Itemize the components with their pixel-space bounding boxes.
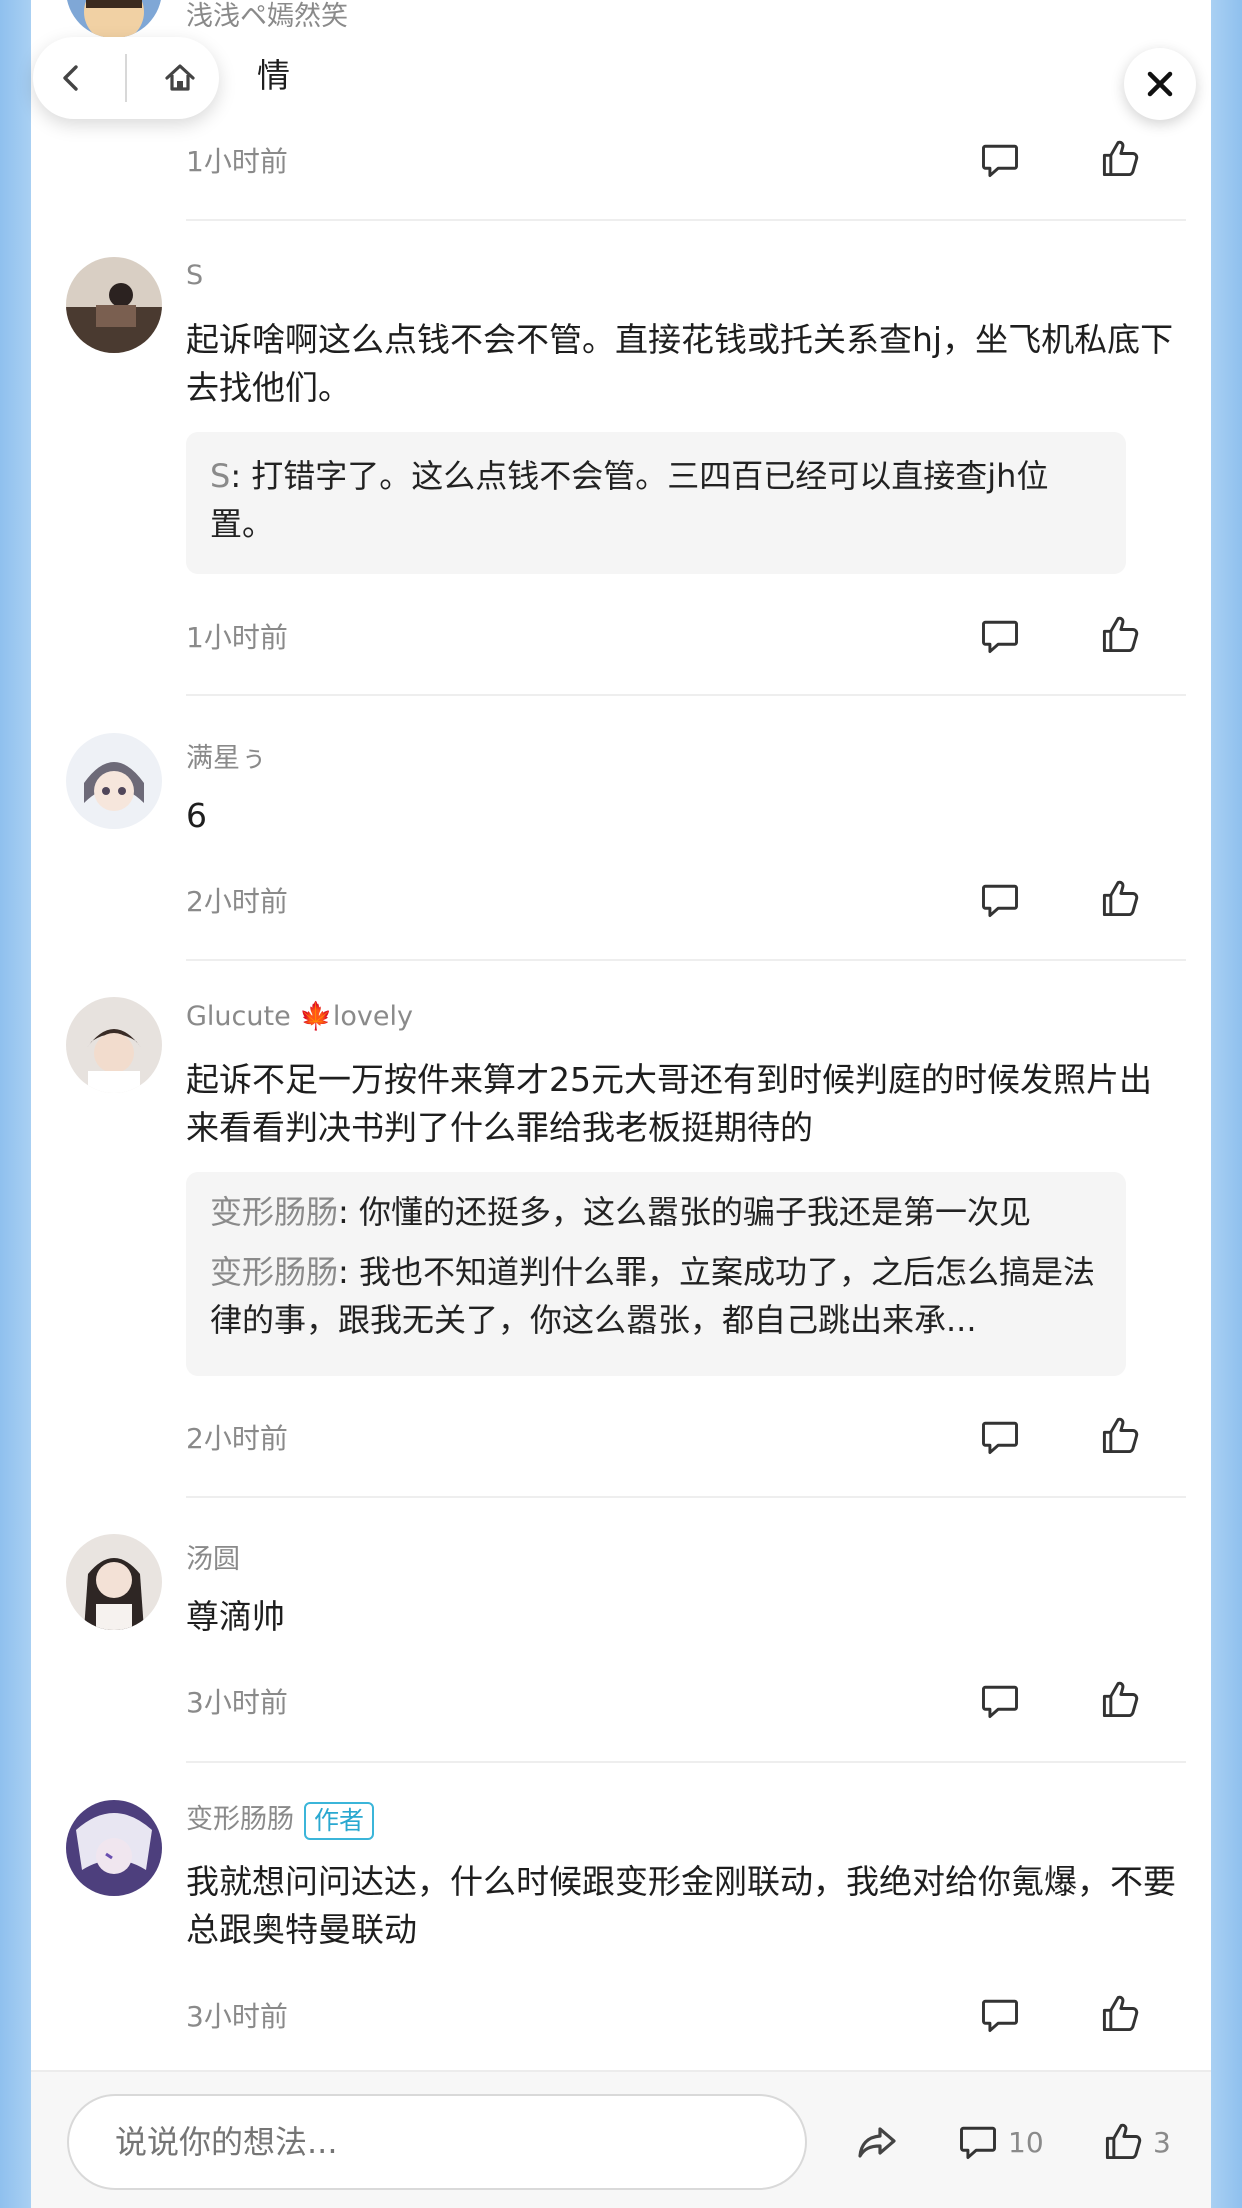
reply-author[interactable]: S — [210, 457, 230, 495]
reply-text: 打错字了。这么点钱不会管。三四百已经可以直接查jh位置。 — [210, 457, 1049, 543]
like-icon[interactable] — [1096, 1412, 1144, 1460]
comments-panel: 浅浅ペ嫣然笑 情 1小时前 S 起诉啥啊这么点钱不会不管。直接花钱或托关系查hj… — [31, 0, 1211, 2070]
divider — [186, 1496, 1186, 1498]
avatar[interactable] — [66, 1534, 162, 1630]
comment-time: 3小时前 — [186, 1686, 288, 1719]
comment-author[interactable]: S — [186, 260, 203, 291]
avatar[interactable] — [66, 997, 162, 1093]
comment-time: 3小时前 — [186, 2000, 288, 2033]
comment-text: 尊滴帅 — [186, 1597, 285, 1636]
like-icon[interactable] — [1096, 1676, 1144, 1724]
comment-author-name[interactable]: 变形肠肠 — [186, 1804, 294, 1835]
comment-text: 我就想问问达达，什么时候跟变形金刚联动，我绝对给你氪爆，不要总跟奥特曼联动 — [186, 1862, 1176, 1949]
bottom-action-bar: 10 3 — [31, 2070, 1211, 2208]
comment-icon — [956, 2120, 1000, 2164]
reply-line: 变形肠肠: 我也不知道判什么罪，立案成功了，之后怎么搞是法律的事，跟我无关了，你… — [210, 1253, 1095, 1339]
comment-text: 起诉啥啊这么点钱不会不管。直接花钱或托关系查hj，坐飞机私底下去找他们。 — [186, 320, 1174, 407]
close-icon — [1147, 71, 1173, 97]
close-button[interactable] — [1124, 48, 1196, 120]
reply-line: S: 打错字了。这么点钱不会管。三四百已经可以直接查jh位置。 — [210, 457, 1049, 543]
comment-author[interactable]: 满星ぅ — [186, 736, 267, 775]
like-icon[interactable] — [1096, 875, 1144, 923]
comment-count-button[interactable]: 10 — [956, 2116, 1044, 2168]
avatar[interactable] — [66, 0, 162, 38]
back-icon[interactable] — [47, 53, 97, 103]
divider — [186, 219, 1186, 221]
comment-time: 1小时前 — [186, 145, 288, 178]
reply-preview[interactable]: S: 打错字了。这么点钱不会管。三四百已经可以直接查jh位置。 — [186, 432, 1126, 574]
reply-comment-icon[interactable] — [976, 136, 1024, 184]
avatar[interactable] — [66, 1800, 162, 1896]
share-icon[interactable] — [851, 2116, 903, 2168]
comment-author[interactable]: Glucute 🍁lovely — [186, 1000, 413, 1032]
comment-author[interactable]: 浅浅ペ嫣然笑 — [186, 0, 348, 33]
avatar[interactable] — [66, 257, 162, 353]
reply-comment-icon[interactable] — [976, 612, 1024, 660]
reply-text: 你懂的还挺多，这么嚣张的骗子我还是第一次见 — [358, 1193, 1031, 1231]
comment-text: 6 — [186, 796, 207, 835]
reply-comment-icon[interactable] — [976, 1413, 1024, 1461]
comment-author: 变形肠肠 作者 — [186, 1797, 375, 1840]
avatar[interactable] — [66, 733, 162, 829]
reply-comment-icon[interactable] — [976, 1991, 1024, 2039]
like-icon — [1101, 2120, 1145, 2164]
reply-preview[interactable]: 变形肠肠: 你懂的还挺多，这么嚣张的骗子我还是第一次见 变形肠肠: 我也不知道判… — [186, 1172, 1126, 1376]
reply-comment-icon[interactable] — [976, 1677, 1024, 1725]
reply-author[interactable]: 变形肠肠 — [210, 1253, 338, 1291]
comment-count: 10 — [1008, 2125, 1044, 2159]
reply-author[interactable]: 变形肠肠 — [210, 1193, 338, 1231]
like-icon[interactable] — [1096, 611, 1144, 659]
comment-time: 2小时前 — [186, 1422, 288, 1455]
reply-line: 变形肠肠: 你懂的还挺多，这么嚣张的骗子我还是第一次见 — [210, 1193, 1031, 1231]
home-icon[interactable] — [155, 53, 205, 103]
like-count-button[interactable]: 3 — [1101, 2116, 1171, 2168]
comment-text: 情 — [257, 56, 290, 95]
comment-time: 2小时前 — [186, 885, 288, 918]
comment-input[interactable] — [67, 2094, 807, 2190]
reply-text: 我也不知道判什么罪，立案成功了，之后怎么搞是法律的事，跟我无关了，你这么嚣张，都… — [210, 1253, 1095, 1339]
like-icon[interactable] — [1096, 135, 1144, 183]
divider — [186, 694, 1186, 696]
nav-capsule — [33, 37, 219, 119]
comment-time: 1小时前 — [186, 621, 288, 654]
nav-separator — [125, 54, 127, 102]
like-icon[interactable] — [1096, 1990, 1144, 2038]
comment-text: 起诉不足一万按件来算才25元大哥还有到时候判庭的时候发照片出来看看判决书判了什么… — [186, 1060, 1152, 1147]
author-badge: 作者 — [304, 1801, 375, 1840]
divider — [186, 959, 1186, 961]
divider — [186, 1761, 1186, 1763]
reply-comment-icon[interactable] — [976, 876, 1024, 924]
comment-author[interactable]: 汤圆 — [186, 1537, 240, 1576]
like-count: 3 — [1153, 2125, 1171, 2159]
